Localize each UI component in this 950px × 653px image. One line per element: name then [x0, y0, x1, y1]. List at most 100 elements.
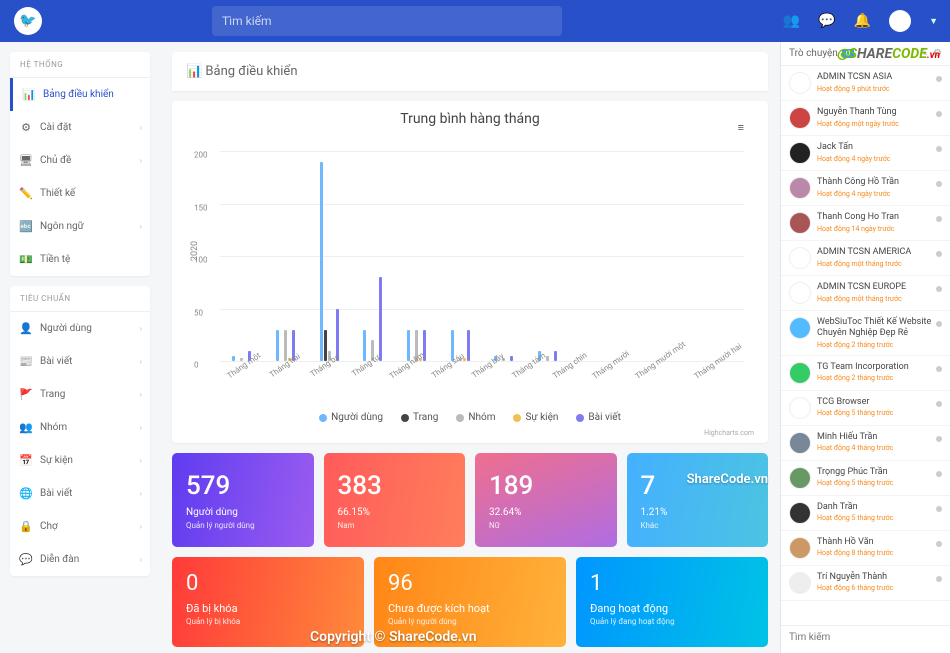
chat-user-status: Hoạt động một tháng trước [817, 295, 906, 303]
chat-avatar [789, 212, 811, 234]
chat-user-item[interactable]: Danh TrầnHoạt động 5 tháng trước [781, 496, 950, 531]
sidebar-item-label: Chợ [40, 521, 58, 532]
chat-search[interactable] [781, 625, 950, 653]
sidebar-item-label: Diễn đàn [40, 554, 79, 565]
stat-card[interactable]: 579Người dùngQuản lý người dùng [172, 453, 314, 547]
sidebar-item-icon: 👥 [20, 421, 32, 434]
legend-item[interactable]: Trang [401, 412, 438, 423]
chat-user-item[interactable]: TCG BrowserHoạt động 5 tháng trước [781, 391, 950, 426]
chevron-right-icon: › [140, 222, 142, 231]
legend-item[interactable]: Sự kiện [513, 412, 558, 423]
chat-user-status: Hoạt động 5 tháng trước [817, 514, 893, 522]
chat-panel: Trò chuyện0 ✎⚙ ADMIN TCSN ASIAHoạt động … [780, 42, 950, 653]
sidebar-item-icon: 🌐 [20, 487, 32, 500]
sidebar-item-icon: 🖥 [20, 154, 32, 167]
chat-user-item[interactable]: Thành Công Hồ TrầnHoạt động 4 ngày trước [781, 171, 950, 206]
chat-user-status: Hoạt động một tháng trước [817, 260, 911, 268]
chat-user-item[interactable]: Nguyễn Thanh TùngHoạt động một ngày trướ… [781, 101, 950, 136]
chevron-right-icon: › [140, 357, 142, 366]
sidebar-item-label: Chủ đề [40, 155, 71, 166]
presence-dot [936, 251, 942, 257]
sidebar-item[interactable]: 📅Sự kiện› [10, 444, 150, 477]
sidebar-item[interactable]: 🌐Bài viết› [10, 477, 150, 510]
chat-search-input[interactable] [789, 632, 942, 643]
stat-cards-row: 579Người dùngQuản lý người dùng38366.15%… [172, 453, 768, 547]
chat-user-item[interactable]: Thành Hồ VănHoạt động 8 tháng trước [781, 531, 950, 566]
chart-menu-icon[interactable]: ≡ [738, 121, 744, 134]
chat-avatar [789, 247, 811, 269]
chat-user-item[interactable]: WebSiuToc Thiết Kế Website Chuyên Nghiệp… [781, 311, 950, 356]
sidebar-item[interactable]: 📰Bài viết› [10, 345, 150, 378]
presence-dot [936, 146, 942, 152]
chat-avatar [789, 432, 811, 454]
sidebar-item[interactable]: ✏️Thiết kế [10, 177, 150, 210]
legend-item[interactable]: Người dùng [319, 412, 383, 423]
sidebar-item[interactable]: 🔤 Ngôn ngữ › [10, 210, 150, 243]
chat-user-name: TG Team Incorporation [817, 362, 909, 373]
sidebar-item-icon: ⚙ [20, 121, 32, 134]
chat-user-item[interactable]: Thanh Cong Ho TranHoạt động 14 ngày trướ… [781, 206, 950, 241]
sidebar-item-label: Nhóm [40, 422, 67, 433]
chat-user-item[interactable]: Minh Hiếu TrầnHoạt động 4 tháng trước [781, 426, 950, 461]
chart-legend: Người dùng Trang Nhóm Sự kiện Bài viết [186, 412, 754, 423]
sidebar-item[interactable]: 🔒Chợ› [10, 510, 150, 543]
chat-user-item[interactable]: ADMIN TCSN EUROPEHoạt động một tháng trư… [781, 276, 950, 311]
sidebar-item[interactable]: 👥Nhóm› [10, 411, 150, 444]
presence-dot [936, 401, 942, 407]
chat-user-status: Hoạt động 4 tháng trước [817, 444, 893, 452]
sidebar-item[interactable]: 💬Diễn đàn› [10, 543, 150, 576]
sidebar-item[interactable]: ⚙Cài đặt› [10, 111, 150, 144]
stat-card[interactable]: 18932.64%Nữ [475, 453, 617, 547]
sidebar-item[interactable]: 🚩Trang› [10, 378, 150, 411]
chat-user-name: TCG Browser [817, 397, 893, 408]
chevron-right-icon: › [140, 456, 142, 465]
legend-item[interactable]: Nhóm [456, 412, 495, 423]
chat-avatar [789, 397, 811, 419]
stat-card[interactable]: 38366.15%Nam [324, 453, 466, 547]
sidebar-item-icon: 🔤 [20, 220, 32, 233]
sidebar-group-title: TIÊU CHUẨN [10, 286, 150, 312]
app-logo[interactable]: 🐦 [14, 7, 42, 35]
sidebar-item-label: Bảng điều khiển [43, 89, 114, 100]
chat-user-item[interactable]: Trọngg Phúc TrầnHoạt động 5 tháng trước [781, 461, 950, 496]
sidebar-item-icon: 📅 [20, 454, 32, 467]
avatar[interactable] [889, 10, 911, 32]
chat-avatar [789, 107, 811, 129]
legend-item[interactable]: Bài viết [576, 412, 620, 423]
sidebar-item[interactable]: 🖥Chủ đề› [10, 144, 150, 177]
chevron-right-icon: › [140, 522, 142, 531]
chat-user-item[interactable]: ADMIN TCSN AMERICAHoạt động một tháng tr… [781, 241, 950, 276]
sidebar-item-label: Bài viết [40, 488, 72, 499]
sidebar-item[interactable]: 👤Người dùng› [10, 312, 150, 345]
chat-user-status: Hoạt động 4 ngày trước [817, 190, 899, 198]
chat-user-name: ADMIN TCSN ASIA [817, 72, 892, 83]
chat-user-item[interactable]: TG Team IncorporationHoạt động 2 tháng t… [781, 356, 950, 391]
chat-user-item[interactable]: Trí Nguyễn ThànhHoạt động 6 tháng trước [781, 566, 950, 601]
sidebar-item-label: Trang [40, 389, 65, 400]
chat-user-name: Jack Tấn [817, 142, 890, 153]
chat-user-item[interactable]: Jack TấnHoạt động 4 ngày trước [781, 136, 950, 171]
search-input[interactable] [222, 14, 378, 28]
dropdown-icon[interactable]: ▼ [929, 16, 938, 27]
stat-card[interactable]: 71.21%Khác [627, 453, 769, 547]
sidebar-item-label: Tiền tệ [40, 254, 70, 265]
sidebar-item[interactable]: 📊Bảng điều khiển [10, 78, 150, 111]
search-box[interactable] [212, 6, 562, 36]
sharecode-text-watermark: ShareCode.vn [687, 472, 768, 487]
social-icon[interactable]: 👥 [783, 13, 800, 29]
stat-card[interactable]: 1Đang hoạt độngQuản lý đang hoạt động [576, 557, 768, 647]
chat-user-name: Thanh Cong Ho Tran [817, 212, 899, 223]
presence-dot [936, 576, 942, 582]
chat-icon[interactable]: 💬 [818, 13, 835, 29]
chat-user-item[interactable]: ADMIN TCSN ASIA Hoạt động 9 phút trước [781, 66, 950, 101]
chevron-right-icon: › [140, 123, 142, 132]
chat-avatar [789, 467, 811, 489]
presence-dot [936, 76, 942, 82]
chat-user-status: Hoạt động 9 phút trước [817, 85, 892, 93]
presence-dot [936, 181, 942, 187]
chevron-right-icon: › [140, 555, 142, 564]
presence-dot [936, 506, 942, 512]
sidebar-item-label: Ngôn ngữ [40, 221, 84, 232]
sidebar-item[interactable]: 💵Tiền tệ [10, 243, 150, 276]
bell-icon[interactable]: 🔔 [854, 13, 871, 29]
